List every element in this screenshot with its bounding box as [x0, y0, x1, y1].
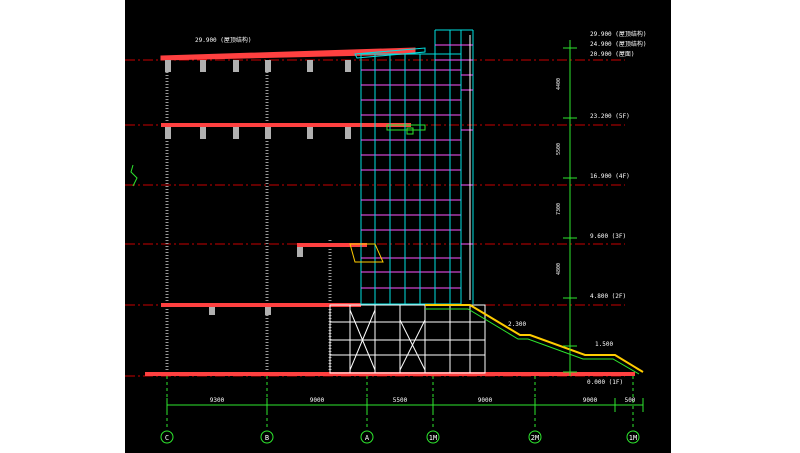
level-markers — [563, 40, 577, 376]
dim-2: 9000 — [310, 397, 325, 404]
beam-stubs — [165, 60, 351, 315]
vdim-4: 4800 — [556, 263, 562, 275]
grid-axes — [160, 430, 640, 444]
level-label-3f: 9.600 (3F) — [590, 233, 626, 240]
dim-5: 9000 — [583, 397, 598, 404]
break-line — [130, 164, 138, 187]
axis-label-a: A — [365, 434, 370, 442]
elevation-drawing[interactable]: 29.900 (屋顶结构) 29.900 (屋顶结构) 24.900 (屋顶结构… — [125, 0, 671, 453]
level-label-roof: 20.900 (屋面) — [590, 51, 635, 58]
level-label-1a: 1.500 — [595, 341, 613, 348]
columns — [165, 60, 332, 372]
dim-6: 500 — [625, 397, 636, 404]
level-label-5f: 23.200 (5F) — [590, 113, 630, 120]
slope-label-1: 2.300 — [508, 321, 526, 328]
level-label-2f: 4.800 (2F) — [590, 293, 626, 300]
roof-note: 29.900 (屋顶结构) — [195, 36, 252, 44]
level-label-top: 29.900 (屋顶结构) — [590, 30, 647, 38]
level-label-1f: 0.000 (1F) — [587, 379, 623, 386]
vdim-1: 4400 — [556, 78, 562, 90]
dim-4: 9000 — [478, 397, 493, 404]
dim-1: 9300 — [210, 397, 225, 404]
axis-label-2m: 2M — [531, 434, 539, 442]
vdim-3: 7300 — [556, 203, 562, 215]
vdim-2: 5500 — [556, 143, 562, 155]
level-label-roof2: 24.900 (屋顶结构) — [590, 40, 647, 48]
level-label-4f: 16.900 (4F) — [590, 173, 630, 180]
curtain-wall — [354, 29, 474, 305]
axis-label-b: B — [265, 434, 269, 442]
dim-3: 5500 — [393, 397, 408, 404]
ground-structure — [329, 304, 486, 374]
axis-label-1m: 1M — [429, 434, 437, 442]
axis-label-1m-right: 1M — [629, 434, 637, 442]
axis-label-c: C — [165, 434, 169, 442]
